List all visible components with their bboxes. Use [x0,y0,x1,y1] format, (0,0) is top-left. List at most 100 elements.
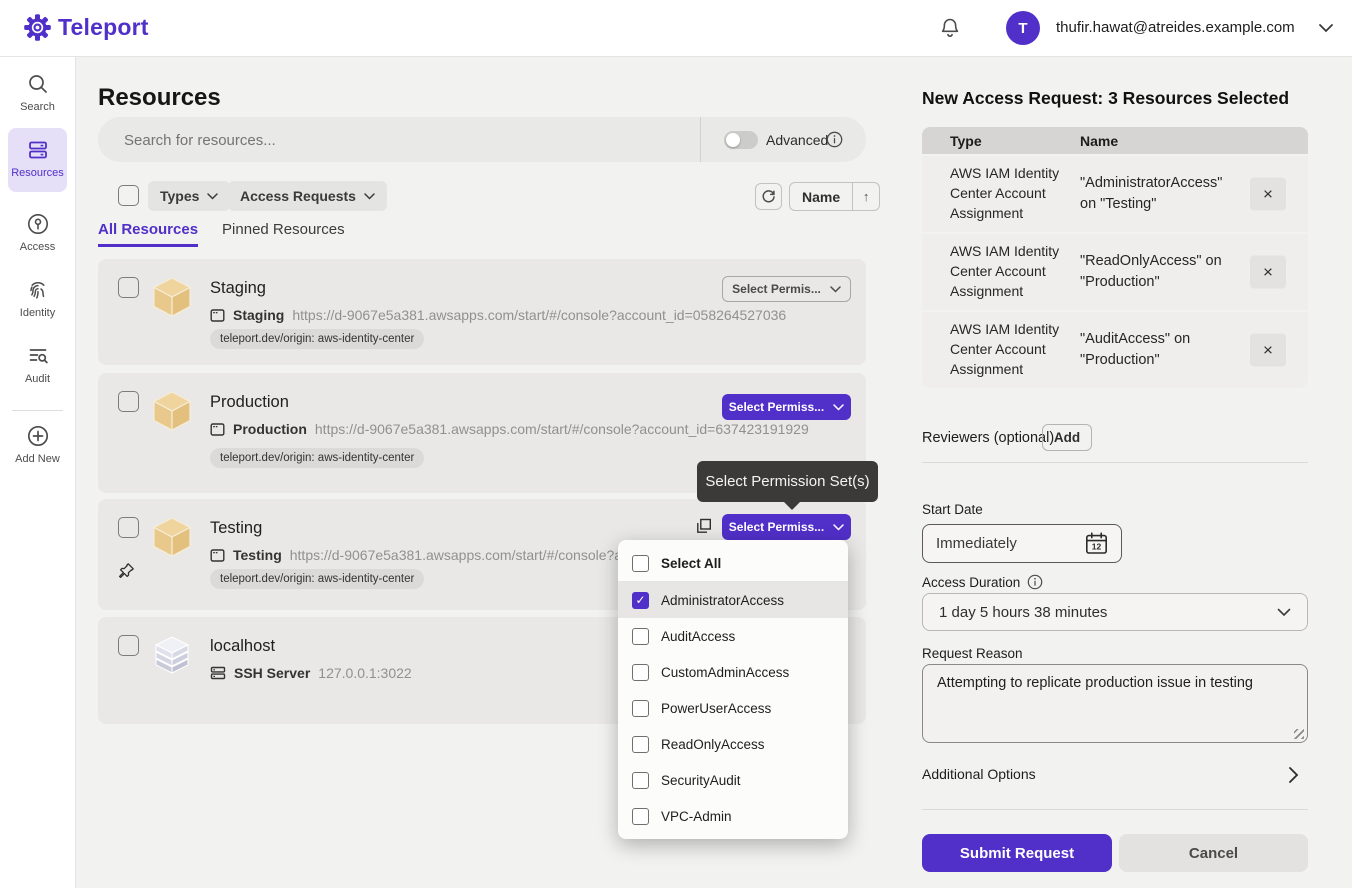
table-row: AWS IAM Identity Center Account Assignme… [922,312,1308,388]
sort-direction-arrow-icon[interactable]: ↑ [852,183,879,210]
dropdown-item-poweruseraccess[interactable]: PowerUserAccess [618,690,848,726]
keyhole-icon [26,212,50,236]
remove-resource-button[interactable]: × [1250,256,1286,289]
resource-checkbox[interactable] [118,391,139,412]
calendar-icon[interactable]: 12 [1085,532,1108,555]
checkbox-unchecked[interactable] [632,555,649,572]
search-icon [26,72,50,96]
search-bar: Advanced [98,117,866,162]
dropdown-item-securityaudit[interactable]: SecurityAudit [618,762,848,798]
select-permissions-button[interactable]: Select Permiss... [722,394,851,420]
app-window-icon [210,308,225,323]
sidebar-item-search[interactable]: Search [0,72,75,113]
checkbox-unchecked[interactable] [632,808,649,825]
aws-account-cube-icon [150,515,194,559]
select-permissions-button[interactable]: Select Permis... [722,276,851,302]
aws-account-cube-icon [150,389,194,433]
resource-checkbox[interactable] [118,517,139,538]
resource-tag[interactable]: teleport.dev/origin: aws-identity-center [210,569,424,589]
selected-resources-table: Type Name AWS IAM Identity Center Accoun… [922,127,1308,388]
ssh-server-icon [210,665,226,681]
svg-text:12: 12 [1092,542,1102,552]
submit-request-button[interactable]: Submit Request [922,834,1112,872]
checkbox-unchecked[interactable] [632,664,649,681]
remove-resource-button[interactable]: × [1250,334,1286,367]
sidebar-item-identity[interactable]: Identity [0,278,75,319]
dropdown-item-auditaccess[interactable]: AuditAccess [618,618,848,654]
sort-button[interactable]: Name ↑ [789,182,880,211]
resource-checkbox[interactable] [118,635,139,656]
resource-tag[interactable]: teleport.dev/origin: aws-identity-center [210,448,424,468]
dropdown-item-customadminaccess[interactable]: CustomAdminAccess [618,654,848,690]
table-row: AWS IAM Identity Center Account Assignme… [922,156,1308,232]
resources-servers-icon [26,138,50,162]
remove-resource-button[interactable]: × [1250,178,1286,211]
resource-tag[interactable]: teleport.dev/origin: aws-identity-center [210,329,424,349]
select-all-resources-checkbox[interactable] [118,185,139,206]
avatar[interactable]: T [1006,11,1040,45]
resource-address: https://d-9067e5a381.awsapps.com/start/#… [292,307,786,323]
resource-name: Testing [210,519,262,538]
dropdown-item-readonlyaccess[interactable]: ReadOnlyAccess [618,726,848,762]
sidebar-item-add-new[interactable]: Add New [0,424,75,465]
pin-icon[interactable] [118,562,135,579]
checkbox-checked[interactable]: ✓ [632,592,649,609]
page-title: Resources [98,84,221,112]
app-window-icon [210,548,225,563]
aws-account-cube-icon [150,275,194,319]
dropdown-item-administratoraccess[interactable]: ✓ AdministratorAccess [618,582,848,618]
user-menu-chevron-down-icon[interactable] [1318,23,1334,33]
advanced-label: Advanced [766,132,828,148]
teleport-logo[interactable]: Teleport [24,14,149,41]
checkbox-unchecked[interactable] [632,772,649,789]
dropdown-item-select-all[interactable]: Select All [618,545,848,582]
advanced-info-icon[interactable] [826,131,843,148]
request-reason-label: Request Reason [922,646,1023,661]
table-header: Type Name [922,127,1308,154]
access-duration-label: Access Duration [922,574,1043,590]
resource-name: Staging [210,279,266,298]
reviewers-label: Reviewers (optional) [922,430,1054,446]
sort-field-label: Name [790,183,852,210]
select-permissions-button[interactable]: Select Permiss... [722,514,851,540]
search-divider [700,117,701,162]
sidebar-item-audit[interactable]: Audit [0,344,75,385]
tab-all-resources[interactable]: All Resources [98,221,198,247]
tooltip-select-permission-sets: Select Permission Set(s) [697,461,878,502]
types-filter-button[interactable]: Types [148,181,230,211]
column-name: Name [1080,133,1118,149]
add-reviewer-button[interactable]: Add [1042,424,1092,451]
tab-pinned-resources[interactable]: Pinned Resources [222,221,345,247]
start-date-input[interactable]: Immediately 12 [922,524,1122,563]
copy-icon[interactable] [696,518,712,534]
request-reason-textarea[interactable]: Attempting to replicate production issue… [922,664,1308,743]
cancel-button[interactable]: Cancel [1119,834,1308,872]
sidebar-item-resources[interactable]: Resources [0,138,75,179]
refresh-button[interactable] [755,183,782,210]
advanced-toggle[interactable] [724,131,758,149]
checkbox-unchecked[interactable] [632,736,649,753]
page: Teleport T thufir.hawat@atreides.example… [0,0,1352,888]
info-icon[interactable] [1027,574,1043,590]
resource-card-staging[interactable]: Staging Staging https://d-9067e5a381.aws… [98,259,866,365]
sidebar-item-access[interactable]: Access [0,212,75,253]
notification-bell-icon[interactable] [938,16,962,40]
user-email: thufir.hawat@atreides.example.com [1056,19,1295,36]
search-input[interactable] [122,117,686,164]
column-type: Type [922,133,1080,149]
divider [922,462,1308,463]
access-duration-select[interactable]: 1 day 5 hours 38 minutes [922,593,1308,631]
access-request-title: New Access Request: 3 Resources Selected [922,88,1322,109]
app-window-icon [210,422,225,437]
resource-kind: SSH Server [234,665,310,681]
dropdown-item-vpc-admin[interactable]: VPC-Admin [618,798,848,834]
textarea-resize-handle[interactable] [1294,729,1304,739]
resource-address: https://d-9067e5a381.awsapps.com/start/#… [290,547,671,563]
checkbox-unchecked[interactable] [632,700,649,717]
permission-set-dropdown: Select All ✓ AdministratorAccess AuditAc… [618,540,848,839]
resource-checkbox[interactable] [118,277,139,298]
sidebar-divider [12,410,63,411]
access-requests-filter-button[interactable]: Access Requests [228,181,387,211]
additional-options-chevron-right-icon[interactable] [1288,766,1299,784]
checkbox-unchecked[interactable] [632,628,649,645]
